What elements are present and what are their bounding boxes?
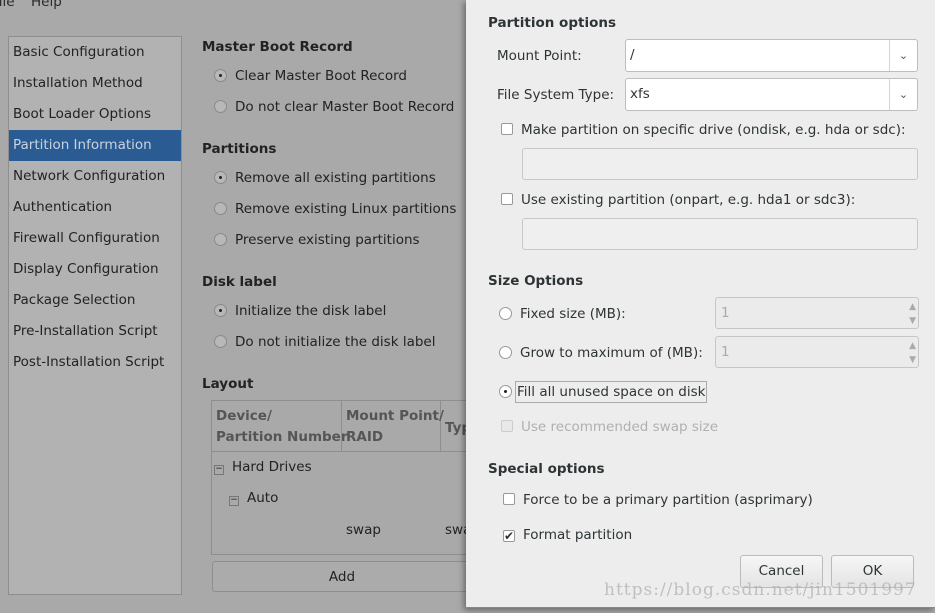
option-label: Initialize the disk label — [235, 303, 387, 319]
add-partition-button[interactable]: Add — [212, 561, 472, 592]
onpart-label: Use existing partition (onpart, e.g. hda… — [521, 192, 856, 208]
chevron-up-icon[interactable]: ▲ — [909, 341, 916, 351]
checkbox-icon — [501, 123, 513, 135]
grow-label: Grow to maximum of (MB): — [520, 345, 703, 361]
format-label: Format partition — [523, 527, 633, 543]
chevron-down-icon[interactable]: ▼ — [909, 316, 916, 326]
row-type: swap — [445, 522, 467, 538]
chevron-down-icon[interactable]: ⌄ — [889, 79, 917, 110]
initialize-disk-label-radio[interactable]: Initialize the disk label — [214, 303, 386, 319]
chevron-down-icon[interactable]: ▼ — [909, 355, 916, 365]
checkbox-icon — [501, 193, 513, 205]
radio-icon — [214, 335, 227, 348]
primary-label: Force to be a primary partition (asprima… — [523, 492, 813, 508]
special-options-heading: Special options — [488, 461, 605, 477]
do-not-clear-mbr-radio[interactable]: Do not clear Master Boot Record — [214, 99, 454, 115]
column-header-mount-point[interactable]: Mount Point/ RAID — [342, 401, 444, 451]
mbr-heading: Master Boot Record — [202, 39, 353, 55]
ondisk-checkbox[interactable]: Make partition on specific drive (ondisk… — [501, 122, 906, 138]
checkmark-icon: ✔ — [503, 529, 515, 543]
fixed-size-value: 1 — [721, 305, 730, 321]
sidebar-item-installation-method[interactable]: Installation Method — [9, 68, 181, 99]
sidebar-item-boot-loader-options[interactable]: Boot Loader Options — [9, 99, 181, 130]
grow-value: 1 — [721, 344, 730, 360]
sidebar-item-partition-information[interactable]: Partition Information — [9, 130, 181, 161]
option-label: Preserve existing partitions — [235, 232, 420, 248]
fill-unused-space-radio[interactable]: Fill all unused space on disk — [499, 381, 708, 403]
collapse-icon[interactable]: − — [229, 496, 239, 506]
sidebar-item-network-configuration[interactable]: Network Configuration — [9, 161, 181, 192]
grow-maximum-spinner[interactable]: 1 ▲ ▼ — [715, 336, 919, 368]
file-system-type-combo[interactable]: xfs ⌄ — [625, 78, 918, 111]
sidebar: Basic Configuration Installation Method … — [8, 36, 182, 595]
sidebar-item-pre-installation-script[interactable]: Pre-Installation Script — [9, 316, 181, 347]
ondisk-input[interactable] — [522, 148, 918, 180]
format-partition-checkbox[interactable]: ✔ Format partition — [503, 527, 632, 543]
radio-icon — [214, 100, 227, 113]
radio-checked-icon — [214, 304, 227, 317]
fixed-size-label: Fixed size (MB): — [520, 306, 626, 322]
option-label: Do not clear Master Boot Record — [235, 99, 455, 115]
sidebar-item-display-configuration[interactable]: Display Configuration — [9, 254, 181, 285]
header-divider — [212, 451, 470, 452]
radio-checked-icon — [214, 171, 227, 184]
chevron-down-icon[interactable]: ⌄ — [889, 40, 917, 71]
partition-layout-table[interactable]: Device/ Partition Number Mount Point/ RA… — [211, 400, 480, 555]
remove-all-partitions-radio[interactable]: Remove all existing partitions — [214, 170, 436, 186]
option-label: Clear Master Boot Record — [235, 68, 407, 84]
disk-label-heading: Disk label — [202, 274, 277, 290]
partition-options-heading: Partition options — [488, 15, 616, 31]
watermark: https://blog.csdn.net/jin1501997 — [604, 580, 917, 600]
chevron-up-icon[interactable]: ▲ — [909, 302, 916, 312]
row-device: Hard Drives — [232, 459, 312, 475]
fixed-size-radio[interactable]: Fixed size (MB): — [499, 306, 626, 322]
do-not-initialize-disk-label-radio[interactable]: Do not initialize the disk label — [214, 334, 435, 350]
checkbox-icon — [501, 420, 513, 432]
radio-icon — [499, 346, 512, 359]
fixed-size-spinner[interactable]: 1 ▲ ▼ — [715, 297, 919, 329]
swap-label: Use recommended swap size — [521, 419, 719, 435]
sidebar-item-basic-configuration[interactable]: Basic Configuration — [9, 37, 181, 68]
onpart-checkbox[interactable]: Use existing partition (onpart, e.g. hda… — [501, 192, 855, 208]
file-system-type-value: xfs — [630, 86, 650, 102]
table-row-auto[interactable]: − Auto — [229, 490, 278, 506]
sidebar-item-authentication[interactable]: Authentication — [9, 192, 181, 223]
radio-checked-icon — [214, 69, 227, 82]
radio-checked-icon — [499, 385, 512, 398]
partition-options-dialog: Partition options Mount Point: / ⌄ File S… — [466, 0, 935, 608]
mount-point-combo[interactable]: / ⌄ — [625, 39, 918, 72]
radio-icon — [214, 233, 227, 246]
clear-mbr-radio[interactable]: Clear Master Boot Record — [214, 68, 407, 84]
remove-linux-partitions-radio[interactable]: Remove existing Linux partitions — [214, 201, 456, 217]
option-label: Do not initialize the disk label — [235, 334, 436, 350]
mount-point-label: Mount Point: — [497, 48, 582, 64]
row-device: Auto — [247, 490, 279, 506]
sidebar-item-package-selection[interactable]: Package Selection — [9, 285, 181, 316]
sidebar-item-firewall-configuration[interactable]: Firewall Configuration — [9, 223, 181, 254]
option-label: Remove existing Linux partitions — [235, 201, 457, 217]
file-system-type-label: File System Type: — [497, 87, 615, 103]
menu-file[interactable]: File — [0, 0, 15, 10]
checkbox-icon — [503, 493, 515, 505]
preserve-partitions-radio[interactable]: Preserve existing partitions — [214, 232, 420, 248]
grow-to-maximum-radio[interactable]: Grow to maximum of (MB): — [499, 345, 703, 361]
collapse-icon[interactable]: − — [214, 465, 224, 475]
menu-help[interactable]: Help — [31, 0, 62, 10]
table-row-hard-drives[interactable]: − Hard Drives — [214, 459, 312, 475]
recommended-swap-checkbox[interactable]: Use recommended swap size — [501, 419, 718, 435]
fill-label: Fill all unused space on disk — [515, 381, 708, 403]
ondisk-label: Make partition on specific drive (ondisk… — [521, 122, 906, 138]
radio-icon — [499, 307, 512, 320]
onpart-input[interactable] — [522, 218, 918, 250]
row-mount-point: swap — [346, 522, 381, 538]
column-header-device[interactable]: Device/ Partition Number — [212, 401, 348, 451]
option-label: Remove all existing partitions — [235, 170, 436, 186]
partitions-heading: Partitions — [202, 141, 277, 157]
layout-heading: Layout — [202, 376, 254, 392]
size-options-heading: Size Options — [488, 273, 584, 289]
sidebar-item-post-installation-script[interactable]: Post-Installation Script — [9, 347, 181, 378]
radio-icon — [214, 202, 227, 215]
primary-partition-checkbox[interactable]: Force to be a primary partition (asprima… — [503, 492, 813, 508]
mount-point-value: / — [630, 47, 635, 63]
